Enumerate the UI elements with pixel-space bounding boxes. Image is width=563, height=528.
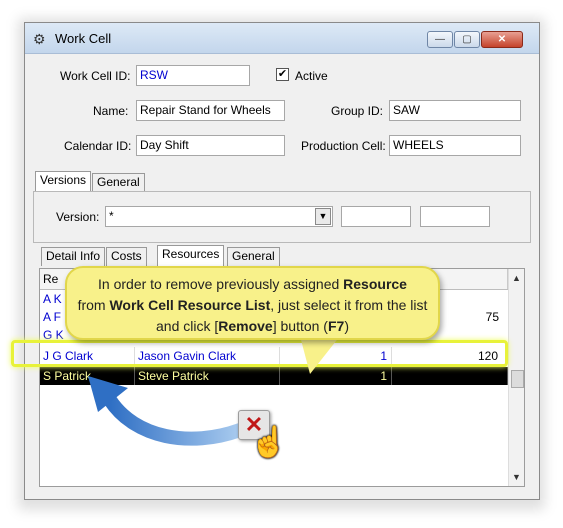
active-label: Active [295,69,328,83]
calendar-id-field[interactable]: Day Shift [136,135,285,156]
maximize-button[interactable]: ▢ [454,31,480,48]
name-label: Name: [93,104,129,118]
tab-detail-info[interactable]: Detail Info [41,247,106,266]
work-cell-id-label: Work Cell ID: [60,69,131,83]
hand-pointer-icon: ☝ [250,426,288,459]
calendar-id-label: Calendar ID: [64,139,132,153]
curved-arrow-icon [88,376,247,446]
version-label: Version: [56,210,100,224]
chevron-down-icon[interactable]: ▼ [315,208,331,225]
name-field[interactable]: Repair Stand for Wheels [136,100,285,121]
scroll-up-icon[interactable]: ▲ [512,273,521,283]
work-cell-icon: ⚙ [33,31,46,47]
group-id-label: Group ID: [331,104,384,118]
production-cell-field[interactable]: WHEELS [389,135,521,156]
work-cell-id-field[interactable]: RSW [136,65,250,86]
callout-tail [300,336,340,374]
tab-costs[interactable]: Costs [106,247,147,266]
production-cell-label: Production Cell: [301,139,386,153]
active-checkbox[interactable]: ✔ [276,68,289,81]
version-extra-field-2[interactable] [420,206,490,227]
group-id-field[interactable]: SAW [389,100,521,121]
row-percent [392,367,508,385]
selection-highlight [11,340,508,367]
title-bar[interactable]: ⚙ Work Cell — ▢ ✕ [25,23,539,54]
tab-versions[interactable]: Versions [35,171,92,192]
scroll-down-icon[interactable]: ▼ [512,472,521,482]
scroll-thumb[interactable] [511,370,524,388]
version-extra-field-1[interactable] [341,206,411,227]
tab-resources[interactable]: Resources [157,245,225,266]
instruction-callout: In order to remove previously assigned R… [65,266,440,340]
minimize-button[interactable]: — [427,31,453,48]
vertical-scrollbar[interactable]: ▲ ▼ [508,269,524,486]
version-combo[interactable]: * [105,206,333,227]
tab-general-outer[interactable]: General [92,173,145,192]
close-button[interactable]: ✕ [481,31,523,48]
tab-general-inner[interactable]: General [227,247,280,266]
window-title: Work Cell [55,31,112,46]
